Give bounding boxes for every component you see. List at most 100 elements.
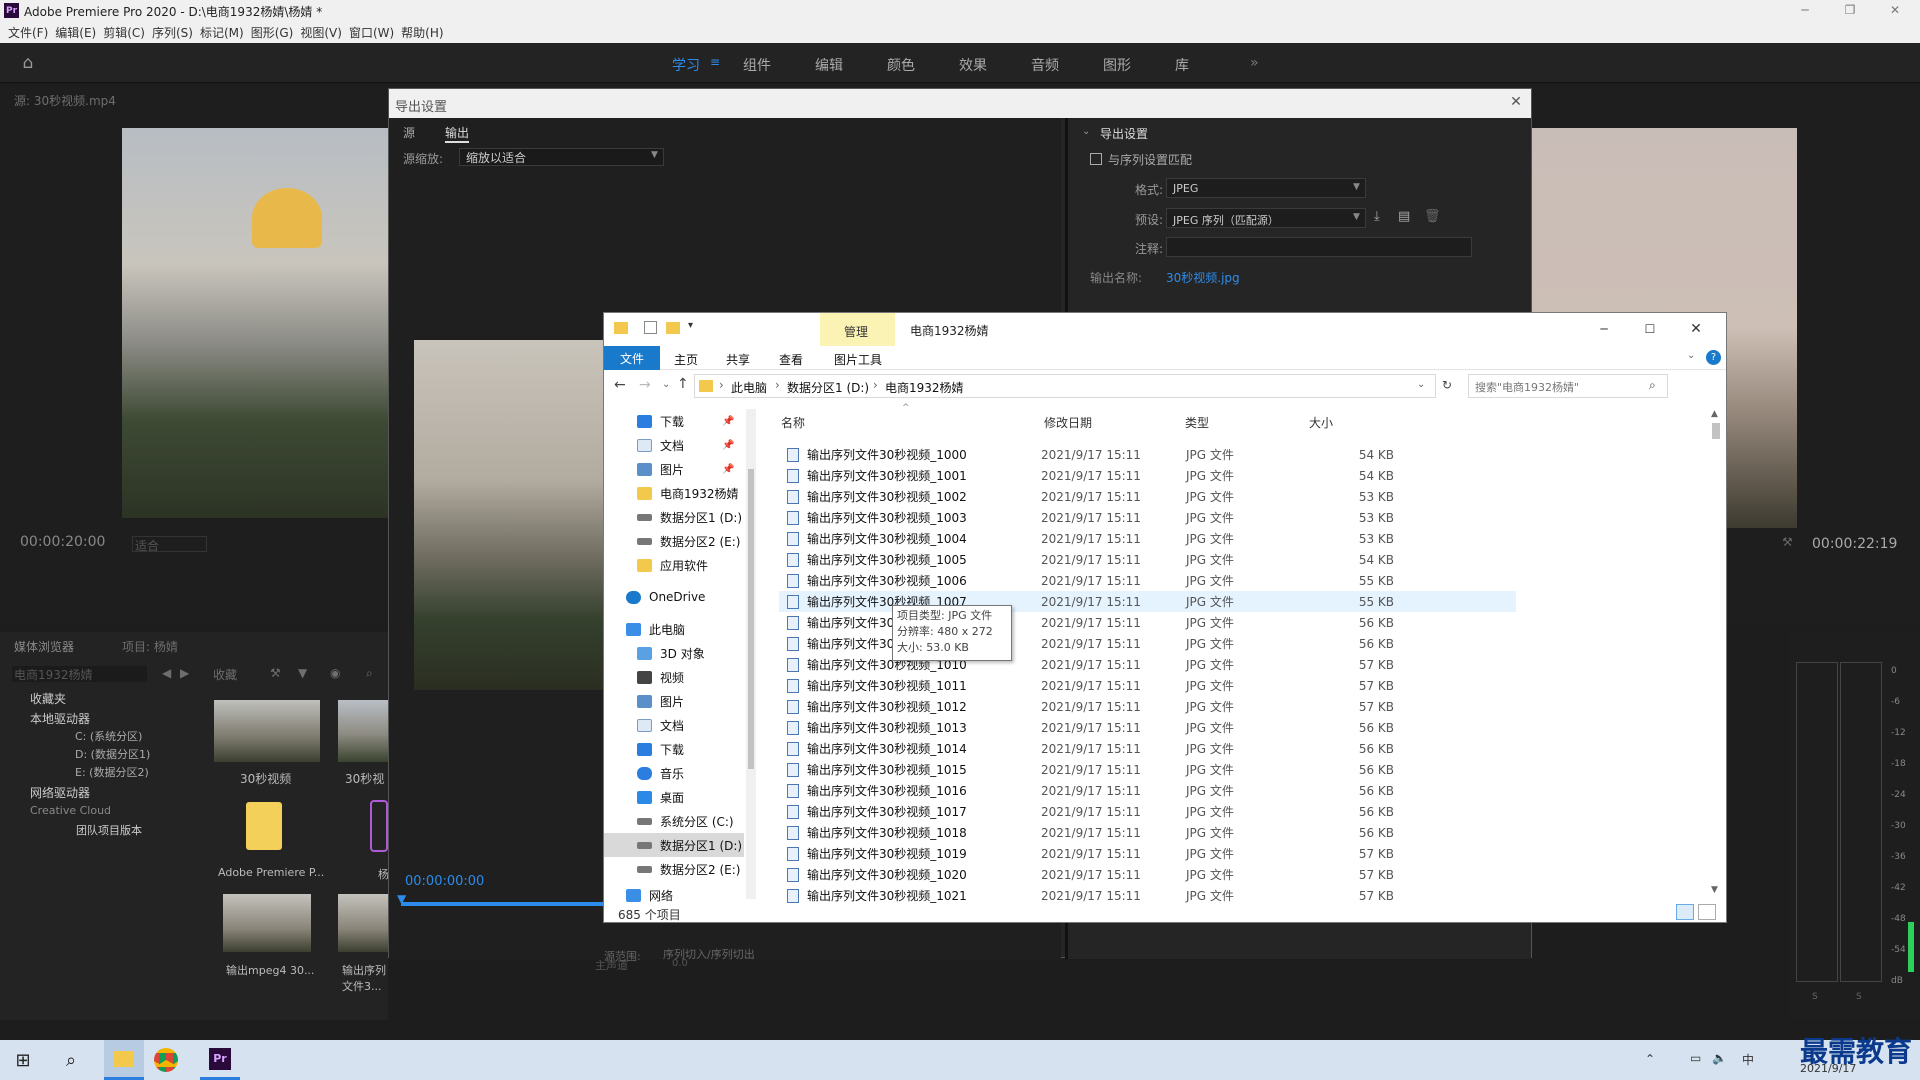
project-tab[interactable]: 项目: 杨婧 <box>122 638 178 655</box>
menu-clip[interactable]: 剪辑(C) <box>102 24 151 41</box>
solo-left-button[interactable]: S <box>1812 992 1818 1002</box>
workspace-libraries[interactable]: 库 <box>1175 55 1189 75</box>
table-row[interactable]: 输出序列文件30秒视频_1000 2021/9/17 15:11 JPG 文件 54 … <box>779 444 1579 465</box>
tree-drive-d[interactable]: D: (数据分区1) <box>75 746 150 762</box>
wrench-icon[interactable]: ⚒ <box>270 666 281 680</box>
tree-drive-c[interactable]: C: (系统分区) <box>75 728 142 744</box>
table-row[interactable]: 输出序列文件30秒视频_1011 2021/9/17 15:11 JPG 文件 57 … <box>779 675 1579 696</box>
output-name-link[interactable]: 30秒视频.jpg <box>1166 269 1240 286</box>
minimize-icon[interactable]: ─ <box>1790 0 1820 20</box>
scroll-down-icon[interactable]: ▼ <box>1711 885 1718 895</box>
tree-drive-e[interactable]: E: (数据分区2) <box>75 764 149 780</box>
table-row[interactable]: 输出序列文件30秒视频_1017 2021/9/17 15:11 JPG 文件 56 … <box>779 801 1579 822</box>
premiere-taskbar-icon[interactable]: Pr <box>200 1040 240 1080</box>
menu-file[interactable]: 文件(F) <box>7 24 54 41</box>
file-explorer-taskbar-icon[interactable] <box>104 1040 144 1080</box>
playhead-icon[interactable]: ▼ <box>397 892 406 906</box>
menu-view[interactable]: 视图(V) <box>299 24 348 41</box>
menu-sequence[interactable]: 序列(S) <box>151 24 199 41</box>
media-thumb-1[interactable] <box>214 700 320 762</box>
table-row[interactable]: 输出序列文件30秒视频_1006 2021/9/17 15:11 JPG 文件 55 … <box>779 570 1579 591</box>
media-browser-tab[interactable]: 媒体浏览器 <box>14 638 74 655</box>
home-icon[interactable]: ⌂ <box>18 53 38 73</box>
table-row[interactable]: 输出序列文件30秒视频_1014 2021/9/17 15:11 JPG 文件 56 … <box>779 738 1579 759</box>
table-row-hovered[interactable]: 输出序列文件30秒视频_1007 2021/9/17 15:11 JPG 文件 55 … <box>779 591 1516 612</box>
volume-icon[interactable]: 🔈 <box>1712 1051 1727 1065</box>
workspace-assembly[interactable]: 组件 <box>743 55 771 75</box>
tree-favorites[interactable]: 收藏夹 <box>30 690 66 707</box>
ime-indicator[interactable]: 中 <box>1742 1051 1754 1068</box>
filter-icon[interactable]: ▼ <box>298 666 307 680</box>
workspace-learn[interactable]: 学习 <box>672 55 700 75</box>
delete-preset-icon[interactable]: 🗑 <box>1424 209 1441 224</box>
menu-markers[interactable]: 标记(M) <box>199 24 250 41</box>
menu-graphics[interactable]: 图形(G) <box>250 24 300 41</box>
network-icon[interactable]: ▭ <box>1690 1051 1701 1065</box>
file-list-scrollbar[interactable]: ▲ ▼ <box>1708 409 1724 899</box>
eye-icon[interactable]: ◉ <box>330 666 340 680</box>
search-icon[interactable]: ⌕ <box>366 666 373 681</box>
media-thumb-2[interactable] <box>338 700 388 762</box>
media-path-select[interactable]: 电商1932杨婧 <box>12 666 147 682</box>
favorites-checkbox[interactable]: 收藏 <box>213 666 237 683</box>
menu-help[interactable]: 帮助(H) <box>400 24 449 41</box>
back-arrow-icon[interactable]: ◀ <box>162 666 171 680</box>
tree-network-drives[interactable]: 网络驱动器 <box>30 784 90 801</box>
workspace-audio[interactable]: 音频 <box>1031 55 1059 75</box>
import-preset-icon[interactable]: ▤ <box>1398 209 1410 224</box>
tab-source[interactable]: 源 <box>403 124 415 141</box>
table-row[interactable]: 输出序列文件30秒视频_1013 2021/9/17 15:11 JPG 文件 56 … <box>779 717 1579 738</box>
table-row[interactable]: 输出序列文件30秒视频_1019 2021/9/17 15:11 JPG 文件 57 … <box>779 843 1579 864</box>
help-icon[interactable]: ? <box>1706 350 1721 365</box>
chrome-taskbar-icon[interactable] <box>154 1048 178 1072</box>
workspace-editing[interactable]: 编辑 <box>815 55 843 75</box>
file-scroll-thumb[interactable] <box>1712 423 1720 439</box>
workspace-effects[interactable]: 效果 <box>959 55 987 75</box>
tab-output[interactable]: 输出 <box>445 124 470 143</box>
match-sequence-checkbox[interactable] <box>1090 153 1102 165</box>
source-fit-select[interactable]: 适合 <box>132 536 207 553</box>
source-scale-select[interactable]: 缩放以适合 <box>459 148 664 166</box>
table-row[interactable]: 输出序列文件30秒视频_1001 2021/9/17 15:11 JPG 文件 54 … <box>779 465 1579 486</box>
tray-chevron-icon[interactable]: ⌃ <box>1645 1052 1655 1066</box>
source-tab[interactable]: 源: 30秒视频.mp4 <box>14 92 116 109</box>
table-row[interactable]: 输出序列文件30秒视频_1005 2021/9/17 15:11 JPG 文件 54 … <box>779 549 1579 570</box>
workspace-color[interactable]: 颜色 <box>887 55 915 75</box>
table-row[interactable]: 输出序列文件30秒视频_1018 2021/9/17 15:11 JPG 文件 56 … <box>779 822 1579 843</box>
tree-team-projects[interactable]: 团队项目版本 <box>76 822 142 838</box>
format-select[interactable]: JPEG <box>1166 178 1366 198</box>
workspace-menu-icon[interactable]: ≡ <box>710 55 720 69</box>
table-row[interactable]: 输出序列文件30秒视频_1020 2021/9/17 15:11 JPG 文件 57 … <box>779 864 1579 885</box>
table-row[interactable]: 输出序列文件30秒视频_1004 2021/9/17 15:11 JPG 文件 53 … <box>779 528 1579 549</box>
menu-edit[interactable]: 编辑(E) <box>54 24 102 41</box>
chevron-down-icon[interactable]: ⌄ <box>1082 126 1090 137</box>
search-icon[interactable]: ⌕ <box>58 1048 84 1072</box>
forward-arrow-icon[interactable]: ▶ <box>180 666 189 680</box>
solo-right-button[interactable]: S <box>1856 992 1862 1002</box>
scroll-up-icon[interactable]: ▲ <box>1711 409 1718 419</box>
wrench-icon[interactable]: ⚒ <box>1782 535 1793 549</box>
preset-select[interactable]: JPEG 序列（匹配源） <box>1166 208 1366 228</box>
windows-start-icon[interactable]: ⊞ <box>10 1048 36 1072</box>
tree-creative-cloud[interactable]: Creative Cloud <box>30 804 111 817</box>
table-row[interactable]: 输出序列文件30秒视频_1003 2021/9/17 15:11 JPG 文件 53 … <box>779 507 1579 528</box>
workspace-graphics[interactable]: 图形 <box>1103 55 1131 75</box>
source-range-select[interactable]: 序列切入/序列切出 <box>659 946 834 962</box>
table-row[interactable]: 输出序列文件30秒视频_1002 2021/9/17 15:11 JPG 文件 53 … <box>779 486 1579 507</box>
project-thumb[interactable] <box>370 800 388 852</box>
table-row[interactable]: 输出序列文件30秒视频_1015 2021/9/17 15:11 JPG 文件 56 … <box>779 759 1579 780</box>
comment-field[interactable] <box>1166 237 1472 257</box>
close-icon[interactable]: ✕ <box>1880 0 1910 20</box>
save-preset-icon[interactable]: ⤓ <box>1374 209 1380 224</box>
restore-icon[interactable]: ❐ <box>1835 0 1865 20</box>
details-view-icon[interactable] <box>1676 904 1694 920</box>
media-thumb-3[interactable] <box>223 894 311 952</box>
large-icons-view-icon[interactable] <box>1698 904 1716 920</box>
menu-window[interactable]: 窗口(W) <box>348 24 400 41</box>
folder-thumb[interactable] <box>246 802 282 850</box>
table-row[interactable]: 输出序列文件30秒视频_1012 2021/9/17 15:11 JPG 文件 57 … <box>779 696 1579 717</box>
tree-local-drives[interactable]: 本地驱动器 <box>30 710 90 727</box>
table-row[interactable]: 输出序列文件30秒视频_1021 2021/9/17 15:11 JPG 文件 57 … <box>779 885 1579 906</box>
table-row[interactable]: 输出序列文件30秒视频_1016 2021/9/17 15:11 JPG 文件 56 … <box>779 780 1579 801</box>
media-thumb-4[interactable] <box>338 894 388 952</box>
